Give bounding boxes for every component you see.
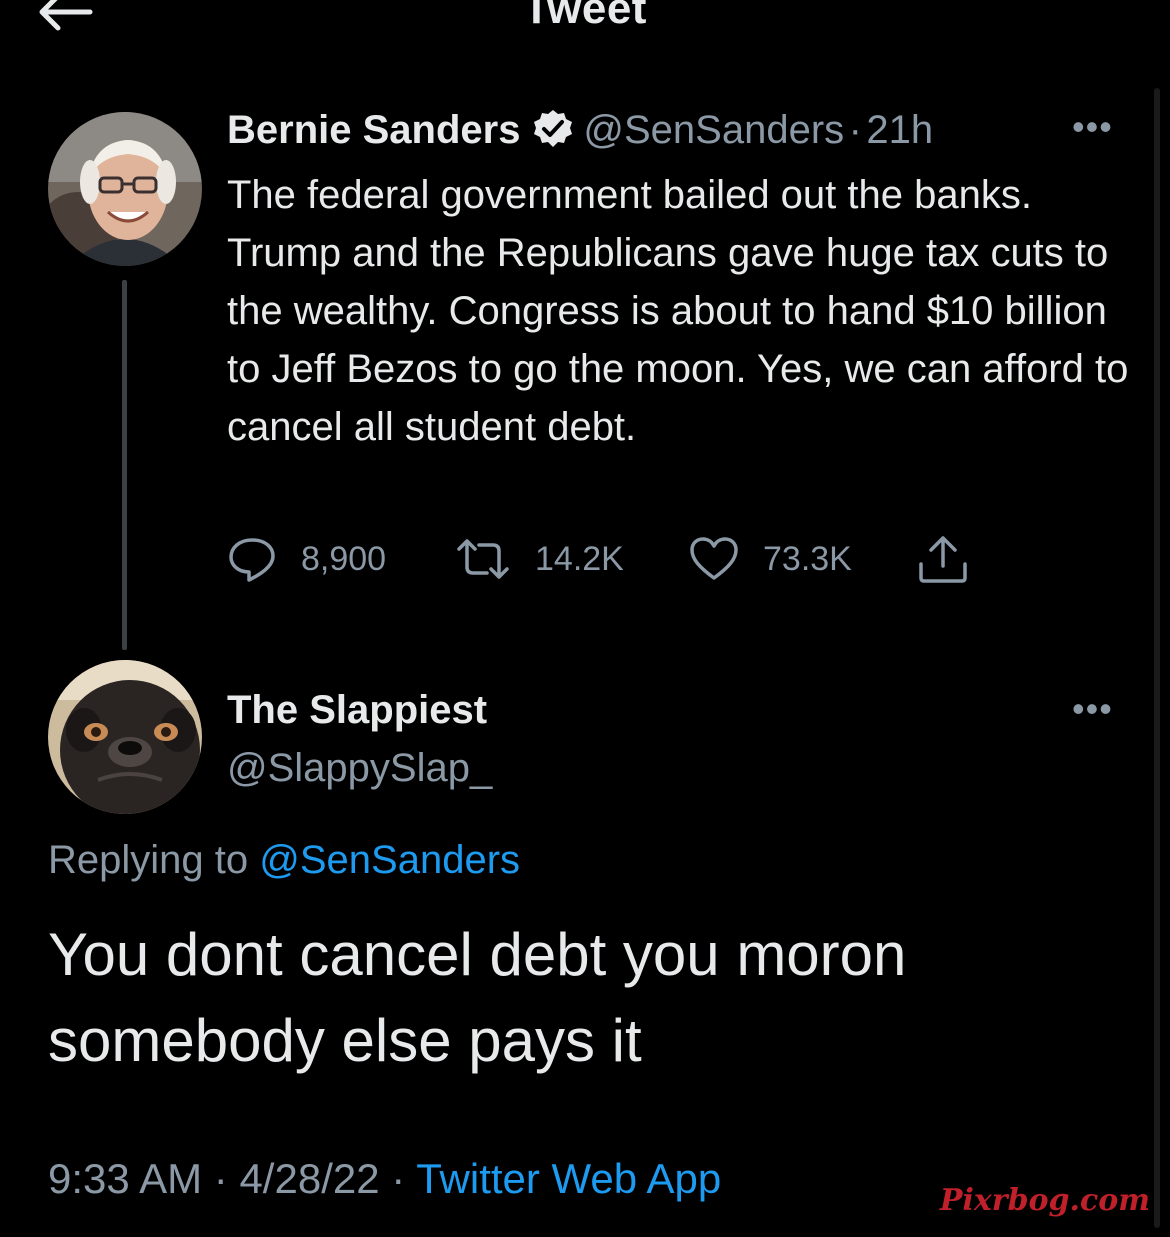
reply-date[interactable]: 4/28/22 xyxy=(239,1155,379,1202)
scrollbar[interactable] xyxy=(1154,88,1160,1228)
meta-separator: · xyxy=(213,1155,228,1202)
share-icon xyxy=(919,536,967,583)
more-options-button[interactable]: ••• xyxy=(1072,106,1113,148)
retweet-icon xyxy=(457,539,509,579)
share-button[interactable] xyxy=(917,530,969,588)
more-icon: ••• xyxy=(1072,106,1113,147)
source-app-link[interactable]: Twitter Web App xyxy=(416,1155,721,1202)
avatar-slappiest[interactable] xyxy=(48,660,202,814)
reply-count: 8,900 xyxy=(301,539,387,578)
replying-label: Replying to xyxy=(48,838,249,882)
like-icon xyxy=(690,537,738,580)
reply-author-name[interactable]: The Slappiest xyxy=(227,688,487,733)
reply-text: You dont cancel debt you moron somebody … xyxy=(48,921,907,1074)
tweet-actions: 8,900 14.2K 73.3K xyxy=(227,530,1027,590)
tweet-meta: 9:33 AM · 4/28/22 · Twitter Web App xyxy=(48,1155,721,1203)
separator: · xyxy=(848,108,862,152)
retweet-count: 14.2K xyxy=(535,539,624,578)
watermark: Pixrbog.com xyxy=(939,1183,1150,1218)
tweet-text: The federal government bailed out the ba… xyxy=(227,173,1129,449)
author-name[interactable]: Bernie Sanders xyxy=(227,108,520,152)
replying-to-link[interactable]: @SenSanders xyxy=(259,838,520,882)
verified-badge-icon xyxy=(533,110,572,147)
reply-time[interactable]: 9:33 AM xyxy=(48,1155,202,1202)
author-handle[interactable]: @SenSanders xyxy=(583,108,844,152)
avatar-bernie[interactable] xyxy=(48,112,202,266)
page-title: Tweet xyxy=(523,0,647,33)
thread-line xyxy=(122,280,127,650)
like-button[interactable]: 73.3K xyxy=(689,530,852,588)
like-count: 73.3K xyxy=(763,539,852,578)
reply-author-handle[interactable]: @SlappySlap_ xyxy=(227,746,492,791)
tweet-time[interactable]: 21h xyxy=(866,108,933,152)
meta-separator: · xyxy=(391,1155,406,1202)
tweet-header: Bernie Sanders @SenSanders · 21h xyxy=(227,108,933,158)
top-bar: Tweet xyxy=(0,0,1170,70)
more-icon: ••• xyxy=(1072,688,1113,729)
reply-button[interactable]: 8,900 xyxy=(227,530,386,588)
replying-to: Replying to @SenSanders xyxy=(48,838,520,883)
retweet-button[interactable]: 14.2K xyxy=(455,530,624,588)
reply-icon xyxy=(229,538,275,582)
reply-more-options-button[interactable]: ••• xyxy=(1072,688,1113,730)
